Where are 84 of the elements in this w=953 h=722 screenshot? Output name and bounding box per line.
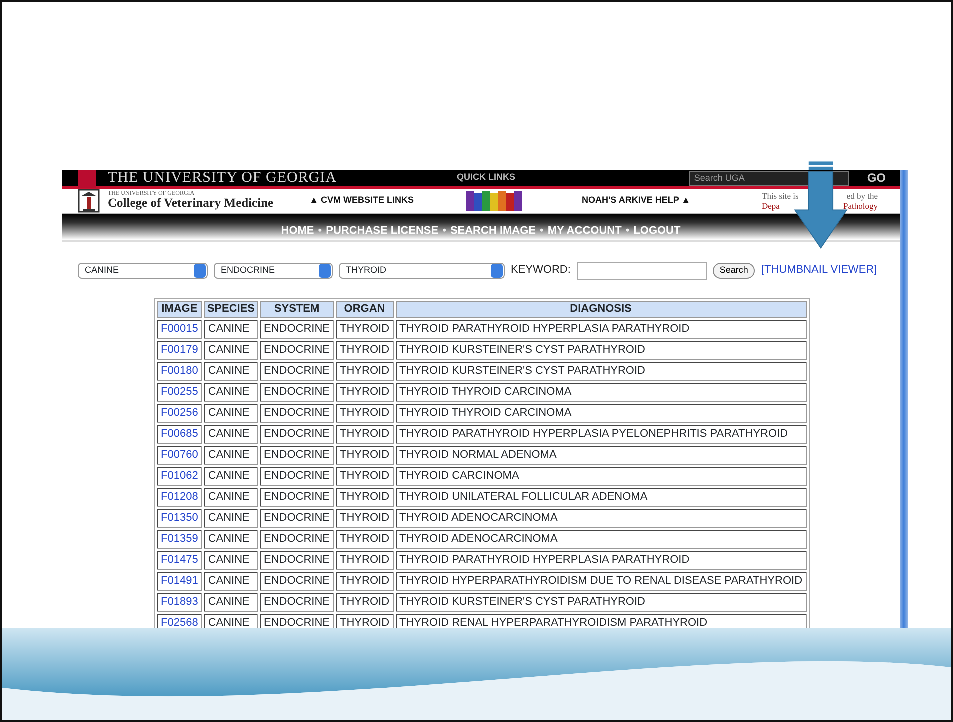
table-cell: CANINE <box>204 362 258 380</box>
table-cell: THYROID <box>336 404 394 422</box>
table-cell: THYROID <box>336 592 394 612</box>
table-cell: ENDOCRINE <box>260 508 334 528</box>
table-cell: CANINE <box>204 550 258 570</box>
table-cell: THYROID NORMAL ADENOMA <box>396 446 807 464</box>
go-button[interactable]: GO <box>861 170 900 187</box>
search-button[interactable]: Search <box>712 262 756 278</box>
table-cell: THYROID PARATHYROID HYPERPLASIA PARATHYROID <box>396 550 807 570</box>
table-cell: ENDOCRINE <box>260 488 334 506</box>
table-cell: ENDOCRINE <box>260 362 334 380</box>
table-cell: CANINE <box>204 424 258 444</box>
nav-separator: • <box>318 224 322 239</box>
column-header: IMAGE <box>157 300 202 318</box>
column-header: SYSTEM <box>260 300 334 318</box>
nav-link[interactable]: HOME <box>281 223 314 240</box>
table-cell: CANINE <box>204 572 258 590</box>
table-cell: THYROID <box>336 488 394 506</box>
site-note-text: This site is <box>762 190 799 201</box>
table-cell: CANINE <box>204 488 258 506</box>
table-cell: THYROID <box>336 320 394 338</box>
site-note-text: Pathology <box>844 201 878 212</box>
table-cell: THYROID KURSTEINER'S CYST PARATHYROID <box>396 340 807 360</box>
nav-separator: • <box>626 224 630 239</box>
nav-link[interactable]: MY ACCOUNT <box>548 223 622 240</box>
table-cell: THYROID PARATHYROID HYPERPLASIA PYELONEPHRITIS PARATHYROID <box>396 424 807 444</box>
table-cell: ENDOCRINE <box>260 382 334 402</box>
keyword-label: KEYWORD: <box>511 263 571 278</box>
header-link[interactable]: NOAH'S ARKIVE HELP ▲ <box>582 194 691 208</box>
table-cell: THYROID <box>336 424 394 444</box>
site-note-text: ed by the <box>846 190 878 201</box>
table-cell: ENDOCRINE <box>260 592 334 612</box>
column-header: DIAGNOSIS <box>396 300 807 318</box>
table-cell: THYROID <box>336 340 394 360</box>
table-cell: THYROID CARCINOMA <box>396 466 807 486</box>
table-cell: THYROID ADENOCARCINOMA <box>396 508 807 528</box>
thumbnail-viewer-link[interactable]: [THUMBNAIL VIEWER] <box>761 262 878 279</box>
table-cell: THYROID KURSTEINER'S CYST PARATHYROID <box>396 592 807 612</box>
column-header: ORGAN <box>336 300 394 318</box>
table-cell: ENDOCRINE <box>260 446 334 464</box>
table-cell: CANINE <box>204 382 258 402</box>
table-cell: THYROID <box>336 550 394 570</box>
table-cell: THYROID ADENOCARCINOMA <box>396 530 807 548</box>
table-cell: ENDOCRINE <box>260 550 334 570</box>
table-cell: THYROID <box>336 446 394 464</box>
filter-select[interactable]: ENDOCRINE <box>214 262 333 278</box>
table-cell: THYROID KURSTEINER'S CYST PARATHYROID <box>396 362 807 380</box>
university-name: THE UNIVERSITY OF GEORGIA <box>108 170 338 186</box>
table-cell: CANINE <box>204 340 258 360</box>
table-cell: THYROID <box>336 530 394 548</box>
table-cell: THYROID <box>336 362 394 380</box>
table-cell: ENDOCRINE <box>260 530 334 548</box>
table-cell: CANINE <box>204 320 258 338</box>
table-cell: THYROID <box>336 508 394 528</box>
nav-link[interactable]: PURCHASE LICENSE <box>326 223 439 240</box>
table-cell: THYROID <box>336 572 394 590</box>
quick-links-menu[interactable]: QUICK LINKS <box>457 171 516 185</box>
table-cell: CANINE <box>204 530 258 548</box>
table-cell: THYROID HYPERPARATHYROIDISM DUE TO RENAL DISEASE PARATHYROID <box>396 572 807 590</box>
nav-separator: • <box>540 224 544 239</box>
table-cell: ENDOCRINE <box>260 320 334 338</box>
table-cell: ENDOCRINE <box>260 572 334 590</box>
filter-select[interactable]: THYROID <box>339 262 505 278</box>
table-cell: THYROID UNILATERAL FOLLICULAR ADENOMA <box>396 488 807 506</box>
nav-separator: • <box>442 224 446 239</box>
table-cell: CANINE <box>204 508 258 528</box>
table-cell: THYROID <box>336 466 394 486</box>
table-cell: CANINE <box>204 466 258 486</box>
table-cell: CANINE <box>204 446 258 464</box>
table-cell: ENDOCRINE <box>260 466 334 486</box>
filter-select[interactable]: CANINE <box>78 262 208 278</box>
table-cell: THYROID THYROID CARCINOMA <box>396 382 807 402</box>
table-cell: THYROID THYROID CARCINOMA <box>396 404 807 422</box>
table-cell: CANINE <box>204 592 258 612</box>
college-name: College of Veterinary Medicine <box>108 197 274 211</box>
table-cell: THYROID <box>336 382 394 402</box>
column-header: SPECIES <box>204 300 258 318</box>
site-note-text: Depa <box>762 201 780 212</box>
table-cell: ENDOCRINE <box>260 404 334 422</box>
table-cell: THYROID PARATHYROID HYPERPLASIA PARATHYROID <box>396 320 807 338</box>
table-cell: ENDOCRINE <box>260 340 334 360</box>
table-cell: CANINE <box>204 404 258 422</box>
header-link[interactable]: ▲ CVM WEBSITE LINKS <box>310 194 414 208</box>
table-cell: ENDOCRINE <box>260 424 334 444</box>
